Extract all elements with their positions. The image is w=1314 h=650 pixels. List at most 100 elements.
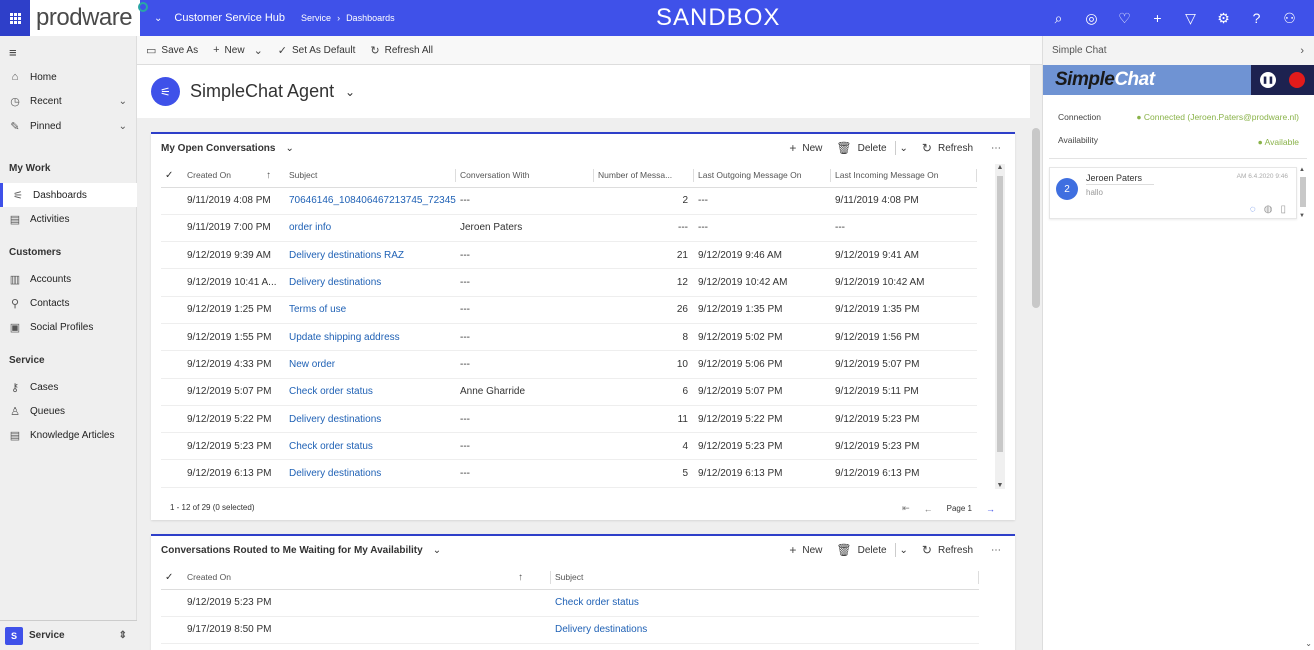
lightbulb-icon[interactable]: ♡ <box>1108 10 1141 27</box>
chevron-down-icon[interactable]: ⌄ <box>254 44 263 57</box>
app-launcher-button[interactable] <box>0 0 30 36</box>
first-page-icon[interactable]: ⇤ <box>902 503 910 514</box>
grid-refresh-label: Refresh <box>937 544 973 556</box>
grid-title[interactable]: My Open Conversations <box>161 143 275 154</box>
sidebar-item-social-profiles[interactable]: ▣ Social Profiles <box>0 315 137 339</box>
page-scrollbar[interactable] <box>1030 118 1042 650</box>
table-row[interactable]: 9/12/2019 5:23 PM Check order status <box>161 589 979 617</box>
chevron-down-icon[interactable]: ⌄ <box>1305 639 1312 648</box>
scroll-down-icon[interactable]: ▼ <box>1299 213 1305 219</box>
chevron-down-icon[interactable]: ⌄ <box>119 96 127 107</box>
collapse-panel-icon[interactable]: › <box>1300 45 1304 57</box>
user-icon[interactable]: ⚇ <box>1273 10 1306 27</box>
save-as-button[interactable]: ▭ Save As <box>146 44 198 57</box>
nav-group-title: My Work <box>9 163 51 174</box>
chat-conversation-card[interactable]: 2 Jeroen Paters hallo AM 6.4.2020 9:46 ◌… <box>1049 167 1297 219</box>
table-row[interactable]: 9/12/2019 1:25 PM Terms of use --- 26 9/12/2… <box>161 296 977 324</box>
table-row[interactable]: 9/12/2019 10:41 A... Delivery destination… <box>161 268 977 297</box>
cases-icon: ⚷ <box>10 381 20 394</box>
chevron-down-icon[interactable]: ⌄ <box>900 545 908 556</box>
column-header[interactable]: Created On ↑ <box>183 566 551 590</box>
sidebar-item-home[interactable]: ⌂ Home <box>0 65 137 89</box>
select-all-checkbox[interactable]: ✓ <box>161 566 183 590</box>
chevron-down-icon[interactable]: ⌄ <box>154 13 162 24</box>
page-title[interactable]: SimpleChat Agent <box>190 81 334 102</box>
more-icon[interactable]: ⋯ <box>991 143 1001 154</box>
sidebar-item-cases[interactable]: ⚷ Cases <box>0 375 137 399</box>
table-row[interactable]: 9/12/2019 5:23 PM Check order status --- 4 9… <box>161 432 977 461</box>
sidebar-item-accounts[interactable]: ▥ Accounts <box>0 267 137 291</box>
chevron-down-icon[interactable]: ⌄ <box>433 545 441 556</box>
grid-new-button[interactable]: + New <box>789 543 822 557</box>
table-row[interactable]: 9/12/2019 5:22 PM Delivery destinations --… <box>161 405 977 434</box>
grid-refresh-button[interactable]: ↻ Refresh <box>922 543 973 557</box>
sidebar-item-pinned[interactable]: ✎ Pinned ⌄ <box>0 114 137 138</box>
table-row[interactable]: 9/12/2019 4:33 PM New order --- 10 9/12/2019… <box>161 350 977 379</box>
refresh-all-button[interactable]: ↻ Refresh All <box>370 44 433 57</box>
help-icon[interactable]: ? <box>1240 10 1273 26</box>
column-header[interactable]: Subject <box>285 164 456 188</box>
table-row[interactable]: 9/17/2019 8:50 PM Delivery destinations <box>161 616 979 645</box>
gear-icon[interactable]: ⚙ <box>1207 10 1240 27</box>
grid-new-button[interactable]: + New <box>789 141 822 155</box>
availability-status[interactable]: ● Available <box>1258 137 1299 147</box>
next-page-icon[interactable]: → <box>986 504 995 514</box>
chevron-down-icon[interactable]: ⌄ <box>345 85 355 99</box>
sidebar-item-contacts[interactable]: ⚲ Contacts <box>0 291 137 315</box>
sidebar-item-queues[interactable]: ♙ Queues <box>0 399 137 423</box>
plus-icon[interactable]: + <box>1141 10 1174 26</box>
grid-title[interactable]: Conversations Routed to Me Waiting for M… <box>161 545 423 556</box>
grid-delete-button[interactable]: 🗑 Delete <box>836 141 886 155</box>
filter-icon[interactable]: ▽ <box>1174 10 1207 27</box>
column-header[interactable]: Conversation With <box>456 164 594 188</box>
sidebar-item-activities[interactable]: ▤ Activities <box>0 207 137 231</box>
sidebar-item-knowledge-articles[interactable]: ▤ Knowledge Articles <box>0 423 137 447</box>
table-row[interactable]: 9/12/2019 1:55 PM Update shipping address… <box>161 323 977 352</box>
table-row[interactable]: 9/12/2019 6:13 PM Delivery destinations --… <box>161 459 977 488</box>
record-icon[interactable] <box>1289 72 1305 88</box>
grid-delete-button[interactable]: 🗑 Delete <box>836 543 886 557</box>
hamburger-icon[interactable]: ≡ <box>9 45 17 60</box>
more-icon[interactable]: ⋯ <box>991 545 1001 556</box>
routed-conversations-card: Conversations Routed to Me Waiting for M… <box>151 534 1015 650</box>
table-row[interactable]: 9/12/2019 9:39 AM Delivery destinations R… <box>161 241 977 270</box>
sidebar-item-label: Cases <box>30 381 59 393</box>
search-icon[interactable]: ⌕ <box>1042 10 1075 27</box>
sidebar-item-recent[interactable]: ◷ Recent ⌄ <box>0 89 137 113</box>
contacts-icon: ⚲ <box>10 297 20 310</box>
page-number: Page 1 <box>946 504 972 513</box>
select-all-checkbox[interactable]: ✓ <box>161 164 183 188</box>
chevron-down-icon[interactable]: ⌄ <box>285 143 293 154</box>
chevron-down-icon[interactable]: ⌄ <box>900 143 908 154</box>
app-name[interactable]: Customer Service Hub <box>174 12 285 24</box>
chat-list-scrollbar[interactable]: ▲ ▼ <box>1299 167 1307 219</box>
grid-refresh-button[interactable]: ↻ Refresh <box>922 141 973 155</box>
scroll-down-icon[interactable]: ▼ <box>995 482 1005 489</box>
table-row[interactable]: 9/11/2019 7:00 PM order info Jeroen Paters… <box>161 214 977 243</box>
set-as-default-button[interactable]: ✓ Set As Default <box>278 44 356 57</box>
pause-icon[interactable]: ❚❚ <box>1260 72 1276 88</box>
globe-icon[interactable]: ◍ <box>1264 204 1273 215</box>
area-switcher[interactable]: S Service ⇕ <box>0 620 137 650</box>
breadcrumb-item[interactable]: Dashboards <box>346 13 395 23</box>
column-header[interactable]: Last Incoming Message On <box>831 164 977 188</box>
scroll-up-icon[interactable]: ▲ <box>1299 167 1305 173</box>
activities-icon: ▤ <box>9 213 21 226</box>
messenger-icon[interactable]: ◌ <box>1250 204 1256 215</box>
previous-page-icon[interactable]: ← <box>924 504 933 514</box>
grid-scrollbar[interactable]: ▲ ▼ <box>995 164 1005 489</box>
new-button[interactable]: + New ⌄ <box>213 44 263 57</box>
table-row[interactable]: 9/11/2019 4:08 PM 70646146_10840646721374… <box>161 187 977 215</box>
table-row[interactable]: 9/12/2019 5:07 PM Check order status Anne … <box>161 378 977 406</box>
sidebar-item-label: Knowledge Articles <box>30 429 115 441</box>
column-header[interactable]: Number of Messa... <box>594 164 694 188</box>
column-header[interactable]: Subject <box>551 566 979 590</box>
column-header[interactable]: Created On ↑ <box>183 164 285 188</box>
phone-icon[interactable]: ▯ <box>1280 204 1286 215</box>
breadcrumb-item[interactable]: Service <box>301 13 331 23</box>
scroll-up-icon[interactable]: ▲ <box>995 164 1005 171</box>
sidebar-item-dashboards[interactable]: ⚟ Dashboards <box>0 183 137 207</box>
chevron-down-icon[interactable]: ⌄ <box>119 121 127 132</box>
task-icon[interactable]: ◎ <box>1075 10 1108 27</box>
column-header[interactable]: Last Outgoing Message On <box>694 164 831 188</box>
